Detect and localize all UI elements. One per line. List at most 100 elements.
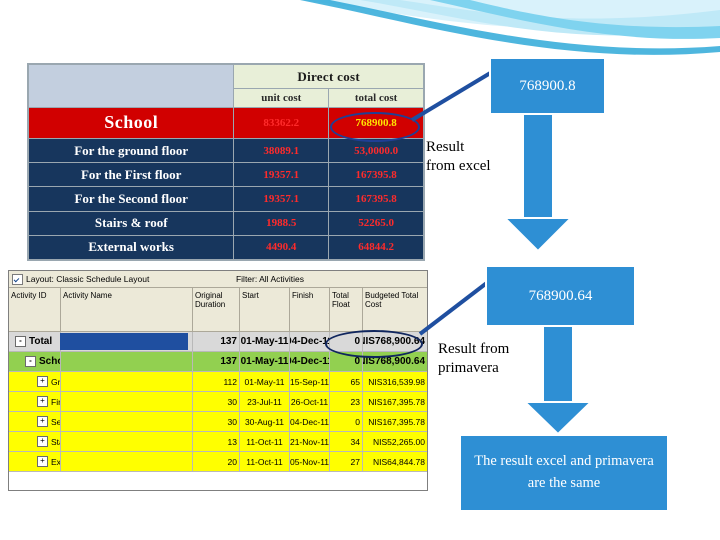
- row-activity-id[interactable]: +Ground Floor: [9, 372, 61, 392]
- row-finish[interactable]: 26-Oct-11: [290, 392, 330, 412]
- row-total-float[interactable]: 65: [330, 372, 363, 392]
- row-start[interactable]: 01-May-11: [240, 332, 290, 352]
- row-start[interactable]: 11-Oct-11: [240, 432, 290, 452]
- col-budgeted-total-cost[interactable]: Budgeted Total Cost: [363, 288, 427, 331]
- expand-icon[interactable]: +: [37, 436, 48, 447]
- row-activity-name[interactable]: [61, 392, 193, 412]
- row-duration[interactable]: 137: [193, 332, 240, 352]
- collapse-icon[interactable]: -: [15, 336, 26, 347]
- row-start[interactable]: 23-Jul-11: [240, 392, 290, 412]
- expand-icon[interactable]: +: [37, 396, 48, 407]
- layout-label[interactable]: Layout: Classic Schedule Layout: [26, 274, 149, 284]
- table-row[interactable]: +Ground Floor 112 01-May-11 15-Sep-11 65…: [9, 372, 427, 392]
- row-id-text: Total: [29, 336, 53, 347]
- row-finish[interactable]: 04-Dec-11: [290, 352, 330, 372]
- col-total-float[interactable]: Total Float: [330, 288, 363, 331]
- table-row[interactable]: +External works 20 11-Oct-11 05-Nov-11 2…: [9, 452, 427, 472]
- row-total-float[interactable]: 27: [330, 452, 363, 472]
- expand-icon[interactable]: +: [37, 456, 48, 467]
- row-activity-name[interactable]: [61, 452, 193, 472]
- row-duration[interactable]: 137: [193, 352, 240, 372]
- excel-cell-total-cost: 768900.8: [328, 106, 424, 140]
- expand-icon[interactable]: +: [37, 416, 48, 427]
- col-original-duration[interactable]: Original Duration: [193, 288, 240, 331]
- row-duration[interactable]: 20: [193, 452, 240, 472]
- collapse-icon[interactable]: -: [25, 356, 36, 367]
- row-duration[interactable]: 30: [193, 392, 240, 412]
- excel-row: For the Second floor 19357.1 167395.8: [27, 186, 424, 212]
- excel-cell-label: External works: [27, 234, 235, 261]
- excel-cell-total-cost: 167395.8: [328, 162, 424, 188]
- row-activity-id[interactable]: +Second Floor: [9, 412, 61, 432]
- row-total-float[interactable]: 0: [330, 352, 363, 372]
- row-budgeted-total-cost[interactable]: NIS52,265.00: [363, 432, 427, 452]
- primavera-table: Layout: Classic Schedule Layout Filter: …: [8, 270, 428, 491]
- excel-row: Stairs & roof 1988.5 52265.0: [27, 210, 424, 236]
- table-row[interactable]: -School 137 01-May-11 04-Dec-11 0 NIS768…: [9, 352, 427, 372]
- row-total-float[interactable]: 34: [330, 432, 363, 452]
- down-arrow-primavera: [522, 324, 594, 436]
- row-start[interactable]: 01-May-11: [240, 372, 290, 392]
- row-finish[interactable]: 05-Nov-11: [290, 452, 330, 472]
- excel-cell-label: For the First floor: [27, 162, 235, 188]
- label-result-from-primavera: Result from primavera: [438, 341, 510, 377]
- row-activity-id[interactable]: +First Floor: [9, 392, 61, 412]
- row-activity-id[interactable]: +External works: [9, 452, 61, 472]
- primavera-value-callout: 768900.64: [485, 265, 636, 327]
- row-duration[interactable]: 13: [193, 432, 240, 452]
- row-budgeted-total-cost[interactable]: NIS768,900.64: [363, 352, 427, 372]
- filter-label[interactable]: Filter: All Activities: [236, 274, 424, 284]
- row-total-float[interactable]: 23: [330, 392, 363, 412]
- row-start[interactable]: 30-Aug-11: [240, 412, 290, 432]
- row-total-float[interactable]: 0: [330, 412, 363, 432]
- excel-cell-total-cost: 64844.2: [328, 234, 424, 261]
- row-total-float[interactable]: 0: [330, 332, 363, 352]
- excel-cell-label: For the ground floor: [27, 137, 235, 164]
- row-budgeted-total-cost[interactable]: NIS167,395.78: [363, 412, 427, 432]
- col-activity-id[interactable]: Activity ID: [9, 288, 61, 331]
- row-finish[interactable]: 04-Dec-11: [290, 332, 330, 352]
- row-id-text: Second Floor: [51, 416, 61, 427]
- row-budgeted-total-cost[interactable]: NIS167,395.78: [363, 392, 427, 412]
- row-start[interactable]: 01-May-11: [240, 352, 290, 372]
- excel-cell-unit-cost: 83362.2: [233, 106, 330, 140]
- row-budgeted-total-cost[interactable]: NIS768,900.64: [363, 332, 427, 352]
- excel-col-total-cost: total cost: [328, 88, 424, 108]
- row-id-text: First Floor: [51, 396, 61, 407]
- excel-value-callout: 768900.8: [489, 57, 606, 115]
- row-budgeted-total-cost[interactable]: NIS316,539.98: [363, 372, 427, 392]
- col-finish[interactable]: Finish: [290, 288, 330, 331]
- table-row[interactable]: +Stairs&roof 13 11-Oct-11 21-Nov-11 34 N…: [9, 432, 427, 452]
- excel-table: Direct cost unit cost total cost School …: [27, 63, 425, 261]
- row-activity-name[interactable]: [61, 372, 193, 392]
- row-id-text: Stairs&roof: [51, 436, 60, 447]
- excel-cell-total-cost: 167395.8: [328, 186, 424, 212]
- row-finish[interactable]: 04-Dec-11: [290, 412, 330, 432]
- layout-checkbox-icon[interactable]: [12, 273, 23, 285]
- row-duration[interactable]: 30: [193, 412, 240, 432]
- row-budgeted-total-cost[interactable]: NIS64,844.78: [363, 452, 427, 472]
- table-row[interactable]: +First Floor 30 23-Jul-11 26-Oct-11 23 N…: [9, 392, 427, 412]
- row-finish[interactable]: 21-Nov-11: [290, 432, 330, 452]
- row-activity-id[interactable]: -School: [9, 352, 61, 372]
- excel-cell-unit-cost: 19357.1: [233, 186, 330, 212]
- row-activity-name[interactable]: [61, 352, 193, 372]
- excel-row: For the First floor 19357.1 167395.8: [27, 162, 424, 188]
- table-row[interactable]: +Second Floor 30 30-Aug-11 04-Dec-11 0 N…: [9, 412, 427, 432]
- excel-cell-unit-cost: 19357.1: [233, 162, 330, 188]
- row-duration[interactable]: 112: [193, 372, 240, 392]
- row-finish[interactable]: 15-Sep-11: [290, 372, 330, 392]
- row-activity-id[interactable]: +Stairs&roof: [9, 432, 61, 452]
- row-id-text: School: [39, 356, 60, 367]
- excel-row: For the ground floor 38089.1 53,0000.0: [27, 137, 424, 164]
- row-activity-name[interactable]: [61, 432, 193, 452]
- col-start[interactable]: Start: [240, 288, 290, 331]
- col-activity-name[interactable]: Activity Name: [61, 288, 193, 331]
- excel-cell-label: Stairs & roof: [27, 210, 235, 236]
- excel-row-school: School 83362.2 768900.8: [27, 106, 424, 140]
- row-activity-name[interactable]: [61, 412, 193, 432]
- row-activity-id[interactable]: - Total: [9, 332, 61, 352]
- excel-cell-total-cost: 53,0000.0: [328, 137, 424, 164]
- row-start[interactable]: 11-Oct-11: [240, 452, 290, 472]
- expand-icon[interactable]: +: [37, 376, 48, 387]
